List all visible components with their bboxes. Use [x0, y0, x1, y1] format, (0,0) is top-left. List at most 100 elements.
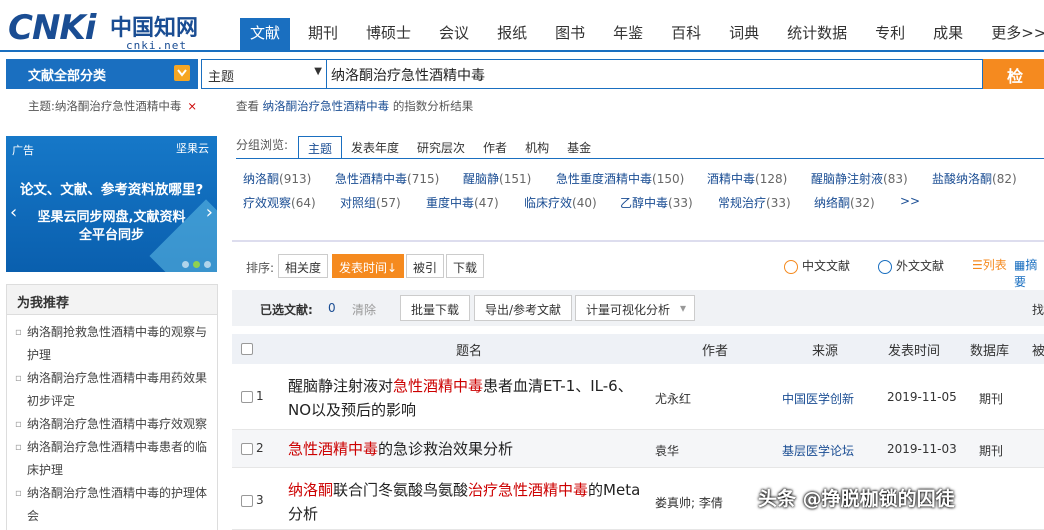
filter-crumb-text: 主题:纳洛酮治疗急性酒精中毒 — [28, 99, 182, 113]
recommend-item[interactable]: 纳洛酮治疗急性酒精中毒患者的临床护理 — [15, 436, 211, 482]
search-field-select[interactable]: 主题 ▼ — [201, 59, 327, 89]
col-source[interactable]: 来源 — [812, 340, 838, 359]
nav-tab[interactable]: 博硕士 — [356, 18, 421, 50]
recommend-item[interactable]: 纳洛酮抢救急性酒精中毒的观察与护理 — [15, 321, 211, 367]
group-tab[interactable]: 机构 — [516, 136, 558, 158]
row-author[interactable]: 袁华 — [655, 442, 679, 459]
nav-tab[interactable]: 年鉴 — [603, 18, 653, 50]
keyword-filter[interactable]: 醒脑静注射液(83) — [811, 170, 908, 187]
table-row[interactable]: 2 急性酒精中毒的急诊救治效果分析 袁华 基层医学论坛 2019-11-03 期… — [232, 430, 1044, 468]
export-button[interactable]: 导出/参考文献 — [474, 295, 573, 321]
cnki-logo[interactable]: CNKi 中国知网 cnki.net — [8, 6, 213, 54]
row-source[interactable]: 基层医学论坛 — [782, 442, 854, 459]
carousel-dot[interactable] — [182, 261, 189, 268]
results-table-header: 题名 作者 来源 发表时间 数据库 被 — [232, 334, 1044, 364]
nav-tab[interactable]: 统计数据 — [777, 18, 857, 50]
row-source[interactable]: 中国医学创新 — [782, 390, 854, 407]
col-title[interactable]: 题名 — [456, 340, 482, 359]
col-cited[interactable]: 被 — [1032, 340, 1044, 359]
keyword-filter[interactable]: 常规治疗(33) — [718, 194, 791, 211]
keyword-filter[interactable]: 重度中毒(47) — [426, 194, 499, 211]
sort-cited[interactable]: 被引 — [406, 254, 445, 278]
index-term[interactable]: 纳洛酮治疗急性酒精中毒 — [263, 99, 390, 113]
chevron-right-icon[interactable]: › — [206, 202, 213, 223]
row-number: 2 — [256, 441, 264, 455]
col-database[interactable]: 数据库 — [970, 340, 1009, 359]
keyword-filter[interactable]: 疗效观察(64) — [243, 194, 316, 211]
keyword-filter[interactable]: 乙醇中毒(33) — [620, 194, 693, 211]
col-date[interactable]: 发表时间 — [888, 340, 940, 359]
group-tab[interactable]: 主题 — [298, 136, 343, 158]
keyword-filter[interactable]: 纳洛酮(913) — [243, 170, 311, 187]
close-icon[interactable]: × — [187, 99, 197, 113]
category-dropdown[interactable]: 文献全部分类 — [6, 59, 198, 89]
col-author[interactable]: 作者 — [702, 340, 728, 359]
chinese-lit-icon — [784, 259, 798, 274]
chevron-left-icon[interactable]: ‹ — [10, 202, 17, 223]
table-row[interactable]: 1 醒脑静注射液对急性酒精中毒患者血清ET-1、IL-6、NO以及预后的影响 尤… — [232, 364, 1044, 430]
search-input[interactable]: 纳洛酮治疗急性酒精中毒 — [327, 59, 983, 89]
row-author[interactable]: 尤永红 — [655, 390, 691, 407]
row-title[interactable]: 纳洛酮联合门冬氨酸鸟氨酸治疗急性酒精中毒的Meta分析 — [288, 478, 648, 526]
keyword-term: 醒脑静注射液 — [811, 172, 884, 186]
sort-relevance[interactable]: 相关度 — [278, 254, 329, 278]
nav-tab[interactable]: 报纸 — [487, 18, 537, 50]
logo-brand: CNKi — [8, 8, 96, 48]
select-all-checkbox[interactable] — [241, 343, 253, 355]
row-title[interactable]: 急性酒精中毒的急诊救治效果分析 — [288, 437, 648, 461]
clear-selection[interactable]: 清除 — [352, 301, 376, 318]
keyword-count: (33) — [766, 196, 791, 210]
keyword-count: (83) — [883, 172, 908, 186]
keyword-filter[interactable]: 盐酸纳洛酮(82) — [932, 170, 1017, 187]
visual-analysis-button[interactable]: 计量可视化分析 ▾ — [575, 295, 696, 321]
row-title[interactable]: 醒脑静注射液对急性酒精中毒患者血清ET-1、IL-6、NO以及预后的影响 — [288, 374, 648, 422]
keyword-filter[interactable]: 临床疗效(40) — [524, 194, 597, 211]
keyword-filter[interactable]: 对照组(57) — [340, 194, 401, 211]
ad-banner[interactable]: 广告 坚果云 论文、文献、参考资料放哪里? 坚果云同步网盘,文献资料 全平台同步… — [6, 136, 217, 272]
chinese-literature[interactable]: 中文文献 — [784, 257, 850, 274]
nav-tab[interactable]: 百科 — [661, 18, 711, 50]
sort-date[interactable]: 发表时间↓ — [332, 254, 405, 278]
recommend-item[interactable]: 纳洛酮治疗急性酒精中毒用药效果初步评定 — [15, 367, 211, 413]
group-browse-label: 分组浏览: — [236, 138, 289, 152]
title-part: 联合门冬氨酸鸟氨酸 — [333, 481, 469, 499]
nav-tab[interactable]: 期刊 — [298, 18, 348, 50]
results-toolbar: 排序: 相关度 发表时间↓ 被引 下载 中文文献 外文文献 ☰列表 ▦摘要 — [232, 240, 1044, 290]
carousel-dot[interactable] — [204, 261, 211, 268]
keyword-count: (32) — [850, 196, 875, 210]
keyword-filter[interactable]: 急性酒精中毒(715) — [335, 170, 439, 187]
nav-tab[interactable]: 成果 — [923, 18, 973, 50]
keyword-filter[interactable]: 纳络酮(32) — [814, 194, 875, 211]
search-button[interactable]: 检 索 — [983, 59, 1044, 110]
row-date: 2019-11-03 — [887, 442, 957, 456]
group-tab[interactable]: 研究层次 — [408, 136, 474, 158]
batch-download-button[interactable]: 批量下载 — [400, 295, 471, 321]
index-analysis-link[interactable]: 查看 纳洛酮治疗急性酒精中毒 的指数分析结果 — [236, 98, 473, 114]
keyword-filter[interactable]: >> — [900, 194, 920, 208]
nav-tab[interactable]: 词典 — [719, 18, 769, 50]
sort-downloads[interactable]: 下载 — [446, 254, 485, 278]
nav-tab[interactable]: 更多>> — [981, 18, 1044, 50]
list-view-toggle[interactable]: ☰列表 — [972, 256, 1007, 273]
nav-tab[interactable]: 专利 — [865, 18, 915, 50]
keyword-term: 临床疗效 — [524, 196, 573, 210]
group-tab[interactable]: 基金 — [558, 136, 600, 158]
nav-tab[interactable]: 会议 — [429, 18, 479, 50]
row-checkbox[interactable] — [241, 443, 253, 455]
group-tab[interactable]: 发表年度 — [342, 136, 408, 158]
keyword-filter[interactable]: 醒脑静(151) — [463, 170, 531, 187]
row-author[interactable]: 娄真帅; 李倩 — [655, 494, 723, 511]
nav-tab[interactable]: 文献 — [240, 18, 291, 50]
recommend-item[interactable]: 纳洛酮治疗急性酒精中毒的护理体会 — [15, 482, 211, 528]
row-checkbox[interactable] — [241, 391, 253, 403]
carousel-dot[interactable] — [193, 261, 200, 268]
abstract-view-toggle[interactable]: ▦摘要 — [1014, 256, 1044, 290]
nav-tab[interactable]: 图书 — [545, 18, 595, 50]
foreign-literature[interactable]: 外文文献 — [878, 257, 944, 274]
keyword-filter[interactable]: 急性重度酒精中毒(150) — [556, 170, 684, 187]
ad-brand: 坚果云 — [176, 142, 209, 155]
group-tab[interactable]: 作者 — [474, 136, 516, 158]
row-checkbox[interactable] — [241, 495, 253, 507]
keyword-filter[interactable]: 酒精中毒(128) — [707, 170, 787, 187]
recommend-item[interactable]: 纳洛酮治疗急性酒精中毒疗效观察 — [15, 413, 211, 436]
